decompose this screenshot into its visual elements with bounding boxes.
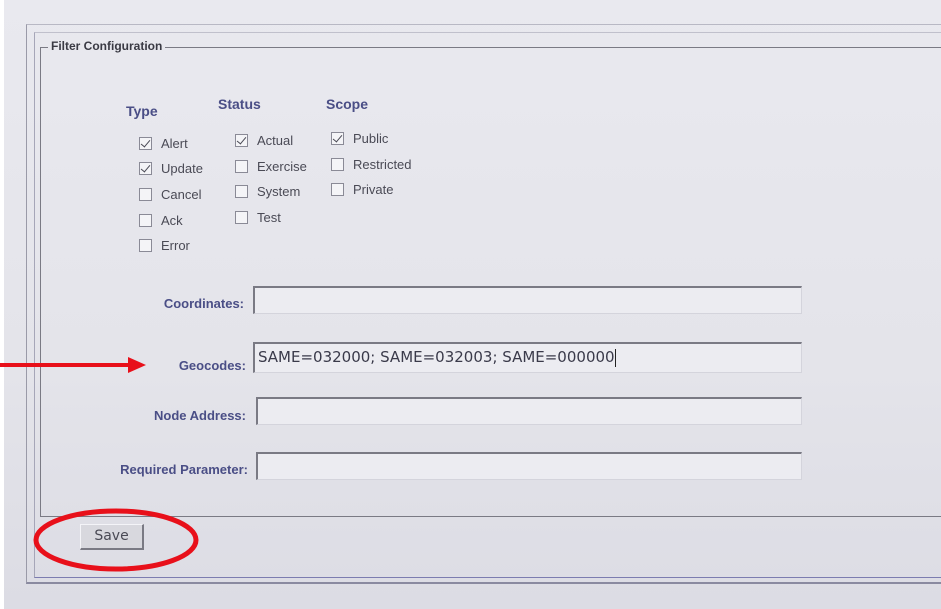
type-cancel-label: Cancel bbox=[161, 187, 202, 202]
scope-public-option[interactable]: Public bbox=[331, 131, 388, 146]
status-test-label: Test bbox=[257, 210, 281, 225]
geocodes-label: Geocodes: bbox=[178, 358, 246, 373]
coordinates-label: Coordinates: bbox=[163, 296, 244, 311]
status-test-checkbox[interactable] bbox=[235, 211, 248, 224]
save-button[interactable]: Save bbox=[80, 524, 144, 550]
geocodes-input[interactable]: SAME=032000; SAME=032003; SAME=000000 bbox=[253, 342, 802, 373]
scope-heading: Scope bbox=[326, 96, 369, 112]
type-ack-option[interactable]: Ack bbox=[139, 213, 183, 228]
scope-public-checkbox[interactable] bbox=[331, 132, 344, 145]
type-cancel-checkbox[interactable] bbox=[139, 188, 152, 201]
node-address-input[interactable] bbox=[256, 397, 802, 425]
fieldset-legend: Filter Configuration bbox=[48, 39, 166, 53]
scope-private-checkbox[interactable] bbox=[331, 183, 344, 196]
status-system-checkbox[interactable] bbox=[235, 185, 248, 198]
text-caret bbox=[614, 348, 616, 367]
status-test-option[interactable]: Test bbox=[235, 210, 281, 225]
type-error-label: Error bbox=[161, 238, 190, 253]
required-parameter-label: Required Parameter: bbox=[120, 462, 248, 477]
scope-restricted-checkbox[interactable] bbox=[331, 158, 344, 171]
type-cancel-option[interactable]: Cancel bbox=[139, 187, 201, 202]
type-alert-option[interactable]: Alert bbox=[139, 136, 188, 151]
type-update-checkbox[interactable] bbox=[139, 162, 152, 175]
status-heading: Status bbox=[218, 96, 261, 112]
scope-private-option[interactable]: Private bbox=[331, 182, 393, 197]
geocodes-value: SAME=032000; SAME=032003; SAME=000000 bbox=[258, 348, 615, 366]
scope-public-label: Public bbox=[353, 131, 389, 146]
type-update-label: Update bbox=[161, 161, 203, 176]
type-error-checkbox[interactable] bbox=[139, 239, 152, 252]
type-ack-checkbox[interactable] bbox=[139, 214, 152, 227]
scope-restricted-label: Restricted bbox=[353, 157, 412, 172]
type-alert-checkbox[interactable] bbox=[139, 137, 152, 150]
status-actual-option[interactable]: Actual bbox=[235, 133, 293, 148]
coordinates-input[interactable] bbox=[253, 286, 802, 314]
node-address-label: Node Address: bbox=[154, 408, 246, 423]
type-alert-label: Alert bbox=[161, 136, 188, 151]
scope-restricted-option[interactable]: Restricted bbox=[331, 157, 412, 172]
status-system-option[interactable]: System bbox=[235, 184, 300, 199]
status-actual-label: Actual bbox=[257, 133, 294, 148]
type-update-option[interactable]: Update bbox=[139, 161, 203, 176]
status-system-label: System bbox=[257, 184, 301, 199]
status-exercise-option[interactable]: Exercise bbox=[235, 159, 307, 174]
required-parameter-input[interactable] bbox=[256, 452, 802, 480]
status-exercise-label: Exercise bbox=[257, 159, 307, 174]
type-ack-label: Ack bbox=[161, 213, 183, 228]
status-exercise-checkbox[interactable] bbox=[235, 160, 248, 173]
filter-configuration-fieldset bbox=[40, 47, 941, 517]
scope-private-label: Private bbox=[353, 182, 394, 197]
type-heading: Type bbox=[126, 103, 158, 119]
type-error-option[interactable]: Error bbox=[139, 238, 190, 253]
status-actual-checkbox[interactable] bbox=[235, 134, 248, 147]
